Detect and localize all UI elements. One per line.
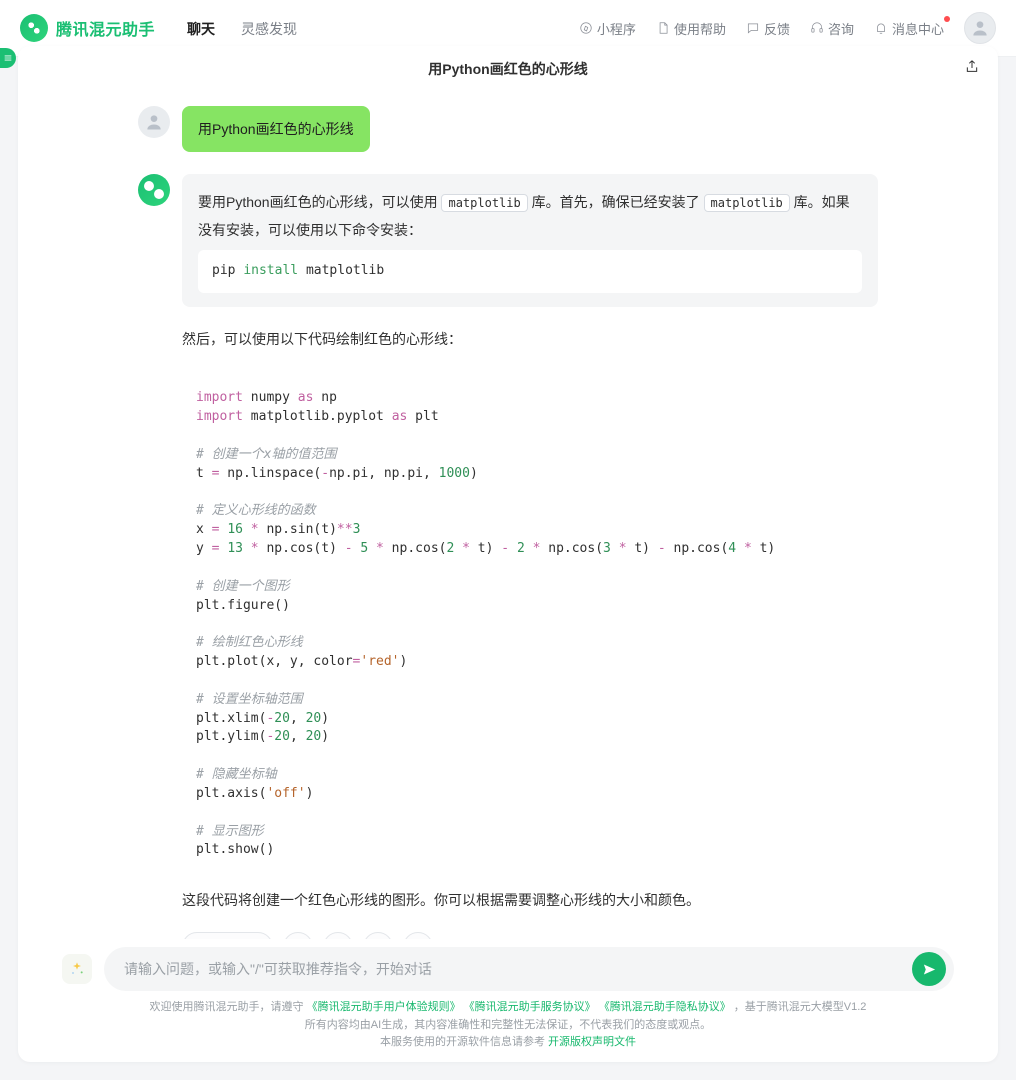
footer-text: 欢迎使用腾讯混元助手，请遵守 <box>150 1001 304 1013</box>
input-pill <box>104 947 954 991</box>
bot-bubble: 要用Python画红色的心形线，可以使用 matplotlib 库。首先，确保已… <box>182 174 878 307</box>
notification-dot-icon <box>944 16 950 22</box>
user-avatar[interactable] <box>964 12 996 44</box>
send-button[interactable] <box>912 952 946 986</box>
header-right: 小程序 使用帮助 反馈 咨询 消息中心 <box>579 12 996 44</box>
sidebar-toggle[interactable] <box>0 48 16 68</box>
menu-icon <box>3 53 13 63</box>
bot-text: 这段代码将创建一个红色心形线的图形。你可以根据需要调整心形线的大小和颜色。 <box>18 886 998 932</box>
share-icon <box>964 58 980 74</box>
bot-text: 要用Python画红色的心形线，可以使用 <box>198 194 441 210</box>
link-notifications-label: 消息中心 <box>892 19 944 38</box>
message-bot: 要用Python画红色的心形线，可以使用 matplotlib 库。首先，确保已… <box>18 170 998 325</box>
link-feedback-label: 反馈 <box>764 19 790 38</box>
footer-link-rules[interactable]: 《腾讯混元助手用户体验规则》 <box>307 1001 461 1013</box>
bot-avatar <box>138 174 170 206</box>
chat-icon <box>746 21 760 35</box>
link-miniprogram[interactable]: 小程序 <box>579 19 636 38</box>
link-notifications[interactable]: 消息中心 <box>874 19 944 38</box>
link-help-label: 使用帮助 <box>674 19 726 38</box>
regenerate-button[interactable]: 重新生成 <box>182 932 273 939</box>
link-feedback[interactable]: 反馈 <box>746 19 790 38</box>
compass-icon <box>579 21 593 35</box>
bot-text: 库。首先，确保已经安装了 <box>528 194 704 210</box>
bot-text: 然后，可以使用以下代码绘制红色的心形线： <box>18 325 998 371</box>
code-container: import numpy as np import matplotlib.pyp… <box>18 377 998 886</box>
footer-link-tos[interactable]: 《腾讯混元助手服务协议》 <box>464 1001 596 1013</box>
chat-card: 用Python画红色的心形线 用Python画红色的心形线 要用Python画红… <box>18 46 998 1062</box>
thread-header: 用Python画红色的心形线 <box>18 46 998 92</box>
message-input[interactable] <box>124 961 902 977</box>
footer-link-oss[interactable]: 开源版权声明文件 <box>548 1036 636 1048</box>
footer-link-privacy[interactable]: 《腾讯混元助手隐私协议》 <box>599 1001 731 1013</box>
link-consult[interactable]: 咨询 <box>810 19 854 38</box>
input-wrap <box>62 947 954 991</box>
link-help[interactable]: 使用帮助 <box>656 19 726 38</box>
person-icon <box>970 18 990 38</box>
brand-name: 腾讯混元助手 <box>56 16 155 40</box>
headset-icon <box>810 21 824 35</box>
person-icon <box>144 112 164 132</box>
share-message-button[interactable] <box>403 932 433 939</box>
user-bubble: 用Python画红色的心形线 <box>182 106 370 152</box>
footer-text: ，基于腾讯混元大模型V1.2 <box>734 1001 867 1013</box>
send-icon <box>922 962 937 977</box>
link-miniprogram-label: 小程序 <box>597 19 636 38</box>
share-button[interactable] <box>964 58 980 79</box>
sparkle-icon <box>69 961 85 977</box>
footer: 欢迎使用腾讯混元助手，请遵守 《腾讯混元助手用户体验规则》 《腾讯混元助手服务协… <box>62 991 954 1062</box>
user-message-avatar <box>138 106 170 138</box>
chat-scroll[interactable]: 用Python画红色的心形线 要用Python画红色的心形线，可以使用 matp… <box>18 92 998 939</box>
document-icon <box>656 21 670 35</box>
brand-logo-icon <box>20 14 48 42</box>
footer-text: 本服务使用的开源软件信息请参考 <box>380 1036 545 1048</box>
footer-text: 所有内容均由AI生成，其内容准确性和完整性无法保证，不代表我们的态度或观点。 <box>62 1017 954 1035</box>
message-actions: 重新生成 <box>18 932 998 939</box>
code-block-main: import numpy as np import matplotlib.pyp… <box>182 377 878 872</box>
thumbs-up-button[interactable] <box>283 932 313 939</box>
composer: 欢迎使用腾讯混元助手，请遵守 《腾讯混元助手用户体验规则》 《腾讯混元助手服务协… <box>18 939 998 1062</box>
thumbs-down-button[interactable] <box>323 932 353 939</box>
thread-title: 用Python画红色的心形线 <box>428 59 587 79</box>
bell-icon <box>874 21 888 35</box>
inline-code: matplotlib <box>441 194 527 212</box>
brand-block: 腾讯混元助手 <box>20 14 155 42</box>
prompt-helper-button[interactable] <box>62 954 92 984</box>
code-block-pip: pip install matplotlib <box>198 250 862 293</box>
link-consult-label: 咨询 <box>828 19 854 38</box>
message-user: 用Python画红色的心形线 <box>18 102 998 170</box>
copy-button[interactable] <box>363 932 393 939</box>
inline-code: matplotlib <box>704 194 790 212</box>
